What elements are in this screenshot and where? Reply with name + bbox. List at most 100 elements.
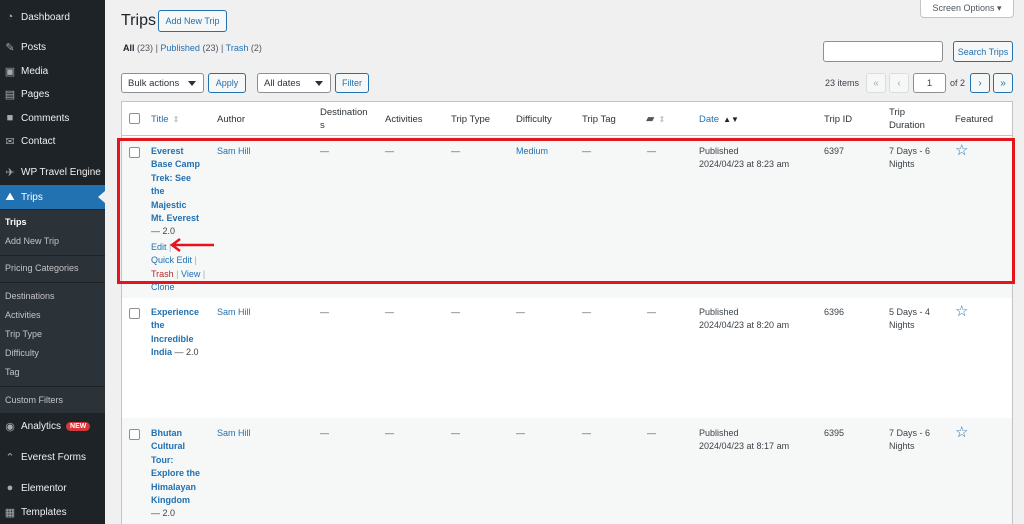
menu-analytics[interactable]: ◉ Analytics NEW	[0, 415, 105, 437]
menu-media[interactable]: ▣ Media	[0, 60, 105, 82]
menu-comments[interactable]: ■ Comments	[0, 107, 105, 129]
menu-everest-forms[interactable]: ⌃ Everest Forms	[0, 446, 105, 468]
menu-posts[interactable]: ✎ Posts	[0, 36, 105, 58]
difficulty-link[interactable]: Medium	[516, 145, 548, 158]
menu-dashboard[interactable]: ◔ Dashboard	[0, 6, 105, 28]
destinations-cell: —	[320, 307, 329, 317]
clone-link[interactable]: Clone	[151, 282, 175, 292]
view-published-link[interactable]: Published	[160, 43, 200, 53]
column-title[interactable]: Title ⇕	[151, 102, 179, 136]
title-cell: Experience the Incredible India — 2.0	[151, 306, 213, 360]
submenu-destinations[interactable]: Destinations	[5, 291, 55, 301]
date-cell: Published 2024/04/23 at 8:20 am	[699, 306, 789, 333]
view-trash-count: (2)	[250, 43, 262, 53]
sort-icon: ▲▼	[723, 114, 739, 124]
title-cell: Everest Base Camp Trek: See the Majestic…	[151, 145, 211, 294]
destinations-cell: —	[320, 428, 329, 438]
separator: |	[200, 268, 206, 279]
media-icon: ▣	[4, 65, 16, 78]
row-checkbox[interactable]	[129, 308, 140, 319]
date-cell: Published 2024/04/23 at 8:17 am	[699, 427, 789, 454]
author-link[interactable]: Sam Hill	[217, 145, 251, 158]
trip-tag-cell: —	[582, 146, 591, 156]
menu-templates[interactable]: ▦ Templates	[0, 501, 105, 523]
column-trip-type: Trip Type	[451, 113, 491, 125]
activities-cell: —	[385, 307, 394, 317]
title-line: Majestic	[151, 199, 187, 210]
title-suffix: — 2.0	[151, 226, 176, 237]
trip-type-cell: —	[451, 307, 460, 317]
column-label: Title	[151, 113, 169, 125]
view-link[interactable]: View	[181, 269, 200, 279]
difficulty-cell: —	[516, 307, 525, 317]
templates-icon: ▦	[4, 506, 16, 519]
trip-title-link[interactable]: Bhutan Cultural Tour: Explore the Himala…	[151, 428, 200, 505]
menu-wp-travel-engine[interactable]: ✈ WP Travel Engine	[0, 161, 105, 183]
next-page-button[interactable]: ›	[970, 73, 990, 93]
submenu-custom-filters[interactable]: Custom Filters	[5, 395, 63, 405]
author-link[interactable]: Sam Hill	[217, 427, 251, 440]
submenu-add-new-trip[interactable]: Add New Trip	[5, 236, 59, 246]
column-trip-duration: Trip Duration	[889, 102, 925, 136]
column-destinations: Destination s	[320, 102, 368, 136]
trash-link[interactable]: Trash	[151, 269, 174, 279]
search-trips-button[interactable]: Search Trips	[953, 41, 1013, 62]
trip-title-link[interactable]: Everest Base Camp Trek: See the Majestic…	[151, 146, 200, 223]
bulk-actions-select[interactable]: Bulk actions	[121, 73, 204, 93]
submenu-pricing-categories[interactable]: Pricing Categories	[5, 263, 79, 273]
edit-link[interactable]: Edit	[151, 242, 167, 252]
sort-icon: ⇕	[172, 114, 180, 124]
chevron-down-icon	[315, 81, 323, 86]
add-new-trip-button[interactable]: Add New Trip	[158, 10, 227, 32]
submenu-difficulty[interactable]: Difficulty	[5, 348, 39, 358]
title-line: the	[151, 186, 165, 197]
submenu-trip-type[interactable]: Trip Type	[5, 329, 42, 339]
column-comments[interactable]: ▰ ⇕	[646, 102, 665, 136]
activities-cell: —	[385, 428, 394, 438]
menu-label: Posts	[21, 41, 47, 53]
submenu-activities[interactable]: Activities	[5, 310, 41, 320]
menu-elementor[interactable]: ● Elementor	[0, 477, 105, 499]
duration-cell: 5 Days - 4 Nights	[889, 306, 930, 333]
current-page-input[interactable]: 1	[913, 73, 946, 93]
featured-star-icon[interactable]: ☆	[955, 425, 968, 440]
column-date[interactable]: Date ▲▼	[699, 102, 739, 136]
search-input[interactable]	[823, 41, 943, 62]
table-row: Bhutan Cultural Tour: Explore the Himala…	[122, 418, 1012, 524]
last-page-button[interactable]: »	[993, 73, 1013, 93]
travel-icon: ✈	[5, 166, 15, 179]
title-line: Incredible	[151, 333, 194, 344]
title-line: Everest	[151, 146, 184, 156]
duration-line: 7 Days - 6	[889, 146, 931, 156]
menu-trips[interactable]: ⛰ Trips	[0, 185, 105, 209]
screen-options-button[interactable]: Screen Options ▾	[920, 0, 1014, 18]
featured-star-icon[interactable]: ☆	[955, 304, 968, 319]
filter-button[interactable]: Filter	[335, 73, 369, 93]
author-link[interactable]: Sam Hill	[217, 306, 251, 319]
title-suffix: — 2.0	[174, 347, 199, 358]
quick-edit-link[interactable]: Quick Edit	[151, 255, 192, 265]
table-header: Title ⇕ Author Destination s Activities Tr…	[122, 102, 1012, 136]
post-status: Published	[699, 307, 739, 317]
menu-contact[interactable]: ✉ Contact	[0, 130, 105, 152]
row-checkbox[interactable]	[129, 429, 140, 440]
view-trash-link[interactable]: Trash	[226, 43, 249, 53]
dates-select[interactable]: All dates	[257, 73, 331, 93]
arrow-left-icon	[169, 238, 214, 252]
featured-star-icon[interactable]: ☆	[955, 143, 968, 158]
menu-pages[interactable]: ▤ Pages	[0, 83, 105, 105]
items-count: 23 items	[825, 78, 860, 88]
total-pages: of 2	[950, 78, 966, 88]
menu-label: Everest Forms	[21, 451, 87, 463]
submenu-tag[interactable]: Tag	[5, 367, 20, 377]
apply-button[interactable]: Apply	[208, 73, 246, 93]
select-all-checkbox[interactable]	[129, 113, 140, 124]
column-label: Date	[699, 113, 720, 125]
title-cell: Bhutan Cultural Tour: Explore the Himala…	[151, 427, 213, 521]
view-all-link[interactable]: All	[123, 43, 135, 53]
row-checkbox[interactable]	[129, 147, 140, 158]
title-line: Experience	[151, 307, 200, 317]
title-line: Mt. Everest	[151, 213, 200, 224]
submenu-trips[interactable]: Trips	[5, 217, 27, 227]
trip-id-cell: 6396	[824, 307, 845, 317]
